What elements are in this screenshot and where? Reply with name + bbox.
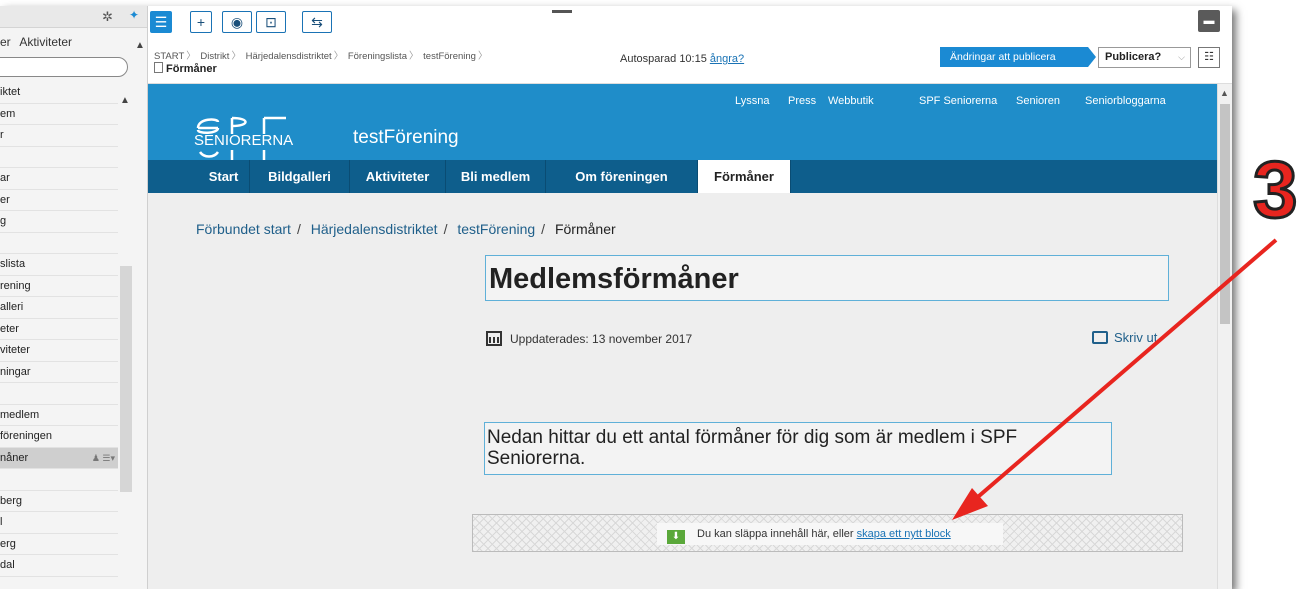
undo-link[interactable]: ångra? (710, 53, 744, 65)
nav-item-om-foreningen[interactable]: Om föreningen (546, 160, 698, 193)
tree-item[interactable]: iktet (0, 82, 118, 104)
tree-item[interactable] (0, 233, 118, 254)
page-title: Förmåner (154, 62, 217, 75)
tree-item[interactable]: alleri (0, 297, 118, 319)
tree-item[interactable]: eter (0, 319, 118, 340)
spf-logo[interactable]: SENIORERNA (194, 106, 294, 162)
tree-item[interactable]: em (0, 104, 118, 125)
calendar-icon (486, 331, 502, 346)
tree-item[interactable]: er (0, 190, 118, 211)
cms-window: ✲ ✦ er Aktiviteter ▲ ▲ iktet em r ar er g slis… (0, 6, 1232, 589)
breadcrumb-item[interactable]: Föreningslista (348, 51, 407, 62)
breadcrumb-item[interactable]: testFörening (423, 51, 476, 62)
tree-item[interactable]: l (0, 512, 118, 534)
changes-to-publish-button[interactable]: Ändringar att publicera (940, 47, 1096, 67)
pane-scrollbar[interactable] (120, 266, 132, 492)
tree-item[interactable]: nåner ♟ ☰▾ (0, 447, 118, 469)
nav-item-bli-medlem[interactable]: Bli medlem (446, 160, 546, 193)
page-preview: Lyssna Press Webbutik SPF Seniorerna Sen… (148, 84, 1217, 589)
page-tree: iktet em r ar er g slista rening alleri eter vitet… (0, 82, 118, 589)
tree-item[interactable]: slista (0, 254, 118, 276)
tree-item[interactable] (0, 469, 118, 491)
breadcrumb-current: Förmåner (554, 221, 616, 237)
preview-button[interactable]: ⊡ (256, 11, 286, 33)
tab-activities[interactable]: Aktiviteter (19, 35, 72, 49)
folder-icon[interactable]: ▬ (1198, 10, 1220, 32)
pane-toolbar: ✲ ✦ (0, 6, 147, 28)
title-block[interactable]: Medlemsförmåner (485, 255, 1169, 301)
context-bar: START 〉 Distrikt 〉 Härjedalensdistriktet 〉 … (148, 36, 1232, 84)
top-link[interactable]: Senioren (1016, 95, 1060, 107)
chevron-up-icon[interactable]: ▲ (120, 95, 130, 106)
tree-item[interactable]: rening (0, 276, 118, 297)
site-nav: Start Bildgalleri Aktiviteter Bli medlem… (148, 160, 1217, 193)
breadcrumb-item[interactable]: START (154, 51, 184, 62)
intro-block[interactable]: Nedan hittar du ett antal förmåner för d… (484, 422, 1112, 475)
gear-icon[interactable]: ✲ (102, 9, 113, 25)
pin-icon[interactable]: ✦ (129, 8, 139, 22)
nav-item-bildgalleri[interactable]: Bildgalleri (250, 160, 350, 193)
top-link[interactable]: Webbutik (828, 95, 874, 107)
add-button[interactable]: + (190, 11, 212, 33)
pane-tabs: er Aktiviteter (0, 35, 78, 49)
tree-item[interactable]: föreningen (0, 426, 118, 448)
chevron-down-icon: ⌵ (1178, 52, 1185, 62)
breadcrumb-link[interactable]: testFörening (457, 221, 535, 237)
compare-button[interactable]: ⇆ (302, 11, 332, 33)
tree-item[interactable]: ar (0, 168, 118, 190)
search-input[interactable] (0, 57, 128, 77)
drag-handle[interactable] (552, 10, 572, 13)
page-heading: Medlemsförmåner (489, 263, 739, 295)
tree-item[interactable] (0, 147, 118, 168)
breadcrumb-item[interactable]: Härjedalensdistriktet (246, 51, 332, 62)
tree-item[interactable]: ningar (0, 362, 118, 383)
navigation-pane: ✲ ✦ er Aktiviteter ▲ ▲ iktet em r ar er g slis… (0, 6, 148, 589)
updated-date: Uppdaterades: 13 november 2017 (486, 331, 692, 346)
tree-item[interactable] (0, 383, 118, 405)
item-menu-icon[interactable]: ♟ ☰▾ (92, 448, 115, 469)
site-name[interactable]: testFörening (353, 127, 459, 149)
tree-item[interactable]: r (0, 125, 118, 147)
print-link[interactable]: Skriv ut (1092, 330, 1157, 345)
breadcrumb-link[interactable]: Härjedalensdistriktet (311, 221, 438, 237)
tree-item[interactable]: dal (0, 555, 118, 577)
publish-button[interactable]: Publicera? ⌵ (1098, 47, 1191, 68)
step-number: 3 (1252, 145, 1299, 234)
nav-item-start[interactable]: Start (198, 160, 250, 193)
site-header: Lyssna Press Webbutik SPF Seniorerna Sen… (148, 84, 1217, 162)
intro-text: Nedan hittar du ett antal förmåner för d… (487, 427, 1018, 469)
dropzone-message: ⬇ Du kan släppa innehåll här, eller skapa… (657, 523, 1003, 545)
tree-item[interactable]: erg (0, 534, 118, 555)
tree-item[interactable]: viteter (0, 340, 118, 362)
tree-item[interactable]: medlem (0, 405, 118, 426)
printer-icon (1092, 331, 1108, 344)
top-link[interactable]: Seniorbloggarna (1085, 95, 1166, 107)
tree-item[interactable]: g (0, 211, 118, 233)
top-link[interactable]: Press (788, 95, 816, 107)
cms-breadcrumb: START 〉 Distrikt 〉 Härjedalensdistriktet 〉 … (154, 51, 488, 62)
tab-pages[interactable]: er (0, 35, 11, 49)
nav-item-formaner[interactable]: Förmåner (698, 160, 791, 193)
document-icon (154, 62, 163, 73)
drop-arrow-icon: ⬇ (667, 530, 685, 544)
view-eye-icon[interactable]: ◉ (222, 11, 252, 33)
tree-item[interactable]: berg (0, 491, 118, 512)
tree-toggle-button[interactable]: ☰ (150, 11, 172, 33)
breadcrumb-item[interactable]: Distrikt (200, 51, 229, 62)
autosave-status: Autosparad 10:15 ångra? (620, 53, 745, 65)
breadcrumb-link[interactable]: Förbundet start (196, 221, 291, 237)
preview-scrollbar[interactable]: ▲ (1217, 84, 1232, 589)
chevron-up-icon[interactable]: ▲ (135, 40, 145, 51)
chevron-up-icon[interactable]: ▲ (1220, 88, 1229, 98)
top-toolbar: ☰ + ◉ ⊡ ⇆ ▬ (148, 6, 1232, 36)
list-icon[interactable]: ☷ (1198, 47, 1220, 68)
scroll-thumb[interactable] (1220, 104, 1230, 324)
top-link[interactable]: Lyssna (735, 95, 769, 107)
nav-item-aktiviteter[interactable]: Aktiviteter (350, 160, 446, 193)
top-link[interactable]: SPF Seniorerna (919, 95, 997, 107)
site-breadcrumb: Förbundet start / Härjedalensdistriktet / … (196, 221, 616, 237)
create-block-link[interactable]: skapa ett nytt block (857, 528, 951, 540)
svg-text:SENIORERNA: SENIORERNA (194, 132, 293, 149)
content-dropzone[interactable]: ⬇ Du kan släppa innehåll här, eller skapa… (472, 514, 1183, 552)
